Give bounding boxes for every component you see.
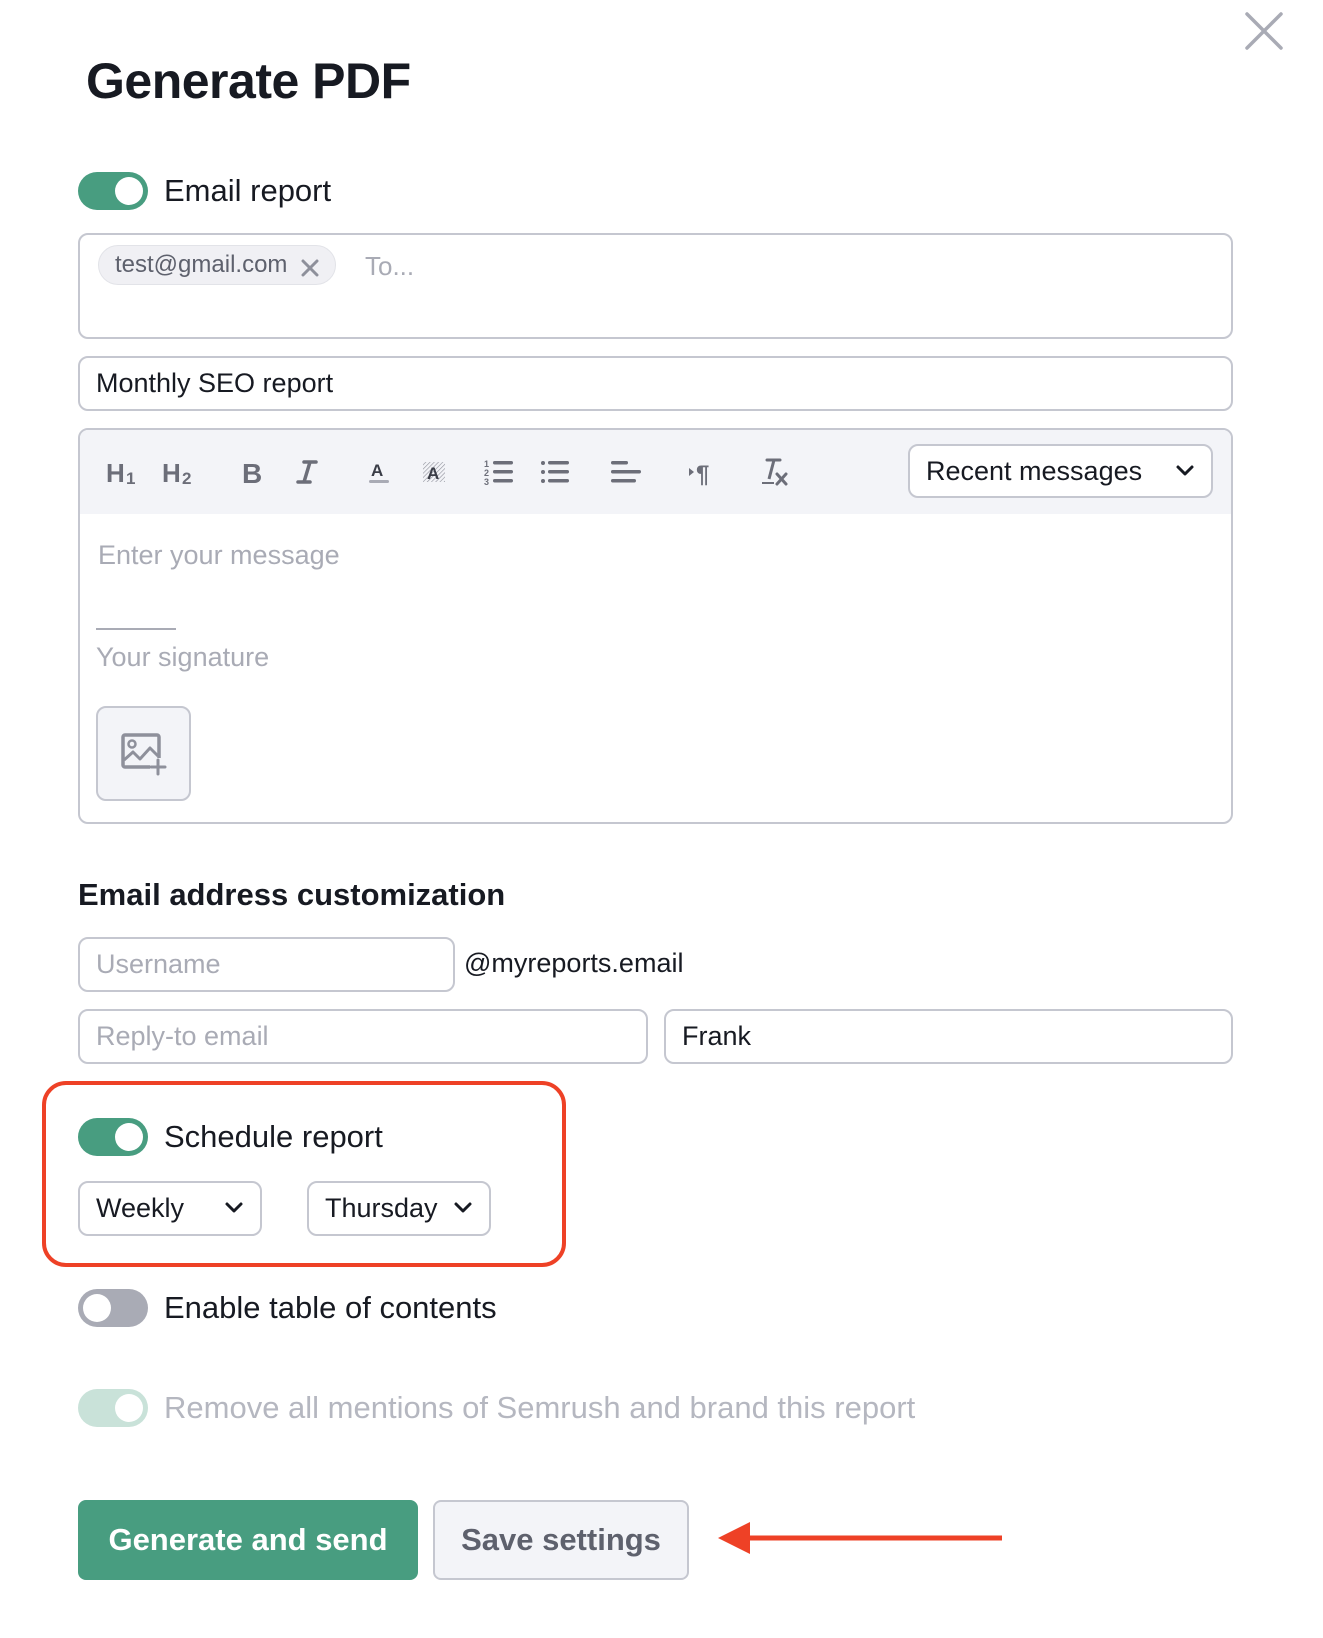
signature-divider (96, 628, 176, 630)
clear-format-button[interactable] (760, 454, 790, 490)
text-direction-button[interactable]: ¶ (688, 454, 718, 490)
heading-2-icon: H2 (162, 458, 191, 486)
reply-to-input[interactable]: Reply-to email (78, 1009, 648, 1064)
table-of-contents-label: Enable table of contents (164, 1290, 497, 1325)
username-input[interactable]: Username (78, 937, 455, 992)
annotation-arrow-icon (718, 1522, 1002, 1554)
toggle-knob (115, 177, 143, 205)
toggle-knob (115, 1394, 143, 1422)
svg-text:A: A (427, 464, 439, 483)
bullet-list-icon (541, 461, 569, 483)
save-settings-button[interactable]: Save settings (433, 1500, 689, 1580)
add-image-icon (120, 732, 166, 775)
close-icon (301, 259, 319, 277)
align-button[interactable] (610, 454, 642, 490)
heading-1-button[interactable]: H1 (106, 454, 140, 490)
email-domain-suffix: @myreports.email (464, 948, 684, 978)
svg-text:¶: ¶ (696, 461, 709, 486)
heading-1-icon: H1 (106, 458, 135, 486)
toc-row: Enable table of contents (78, 1289, 497, 1327)
message-editor: H1 H2 B A A 123 ¶ Recent messages Enter … (78, 428, 1233, 824)
recent-messages-dropdown[interactable]: Recent messages (908, 444, 1213, 498)
recipient-email: test@gmail.com (115, 251, 288, 278)
highlight-color-button[interactable]: A (420, 454, 448, 490)
text-color-icon: A (369, 461, 389, 483)
svg-text:3: 3 (484, 477, 489, 486)
bullet-list-button[interactable] (540, 454, 570, 490)
ordered-list-button[interactable]: 123 (484, 454, 514, 490)
clear-format-icon (762, 458, 788, 486)
italic-button[interactable] (294, 454, 320, 490)
schedule-report-label: Schedule report (164, 1119, 383, 1154)
close-button[interactable] (1243, 10, 1285, 52)
recipient-chip: test@gmail.com (98, 245, 337, 285)
ordered-list-icon: 123 (484, 459, 513, 486)
remove-branding-label: Remove all mentions of Semrush and brand… (164, 1390, 916, 1425)
frequency-select[interactable]: Weekly (78, 1181, 262, 1236)
pilcrow-icon: ¶ (689, 461, 709, 486)
email-report-row: Email report (78, 172, 331, 210)
to-input-placeholder[interactable]: To... (365, 251, 414, 282)
chevron-down-icon (1176, 465, 1194, 476)
italic-icon (296, 460, 318, 484)
svg-text:H: H (106, 458, 125, 486)
svg-text:H: H (162, 458, 181, 486)
table-of-contents-toggle[interactable] (78, 1289, 148, 1327)
chevron-down-icon (225, 1202, 243, 1213)
signature-input[interactable]: Your signature (96, 642, 269, 673)
bold-button[interactable]: B (240, 454, 266, 490)
customization-title: Email address customization (78, 877, 506, 912)
svg-text:1: 1 (126, 469, 135, 486)
text-color-button[interactable]: A (366, 454, 392, 490)
schedule-row: Schedule report (78, 1118, 383, 1156)
from-name-input[interactable]: Frank (664, 1009, 1233, 1064)
toggle-knob (83, 1294, 111, 1322)
day-select[interactable]: Thursday (307, 1181, 491, 1236)
generate-and-send-button[interactable]: Generate and send (78, 1500, 418, 1580)
schedule-report-toggle[interactable] (78, 1118, 148, 1156)
annotation-highlight-box (42, 1081, 566, 1267)
subject-input[interactable]: Monthly SEO report (78, 356, 1233, 411)
frequency-value: Weekly (96, 1193, 185, 1223)
recipients-field[interactable]: test@gmail.com To... (78, 233, 1233, 339)
message-input[interactable]: Enter your message (98, 540, 340, 571)
dialog-title: Generate PDF (86, 53, 411, 109)
remove-recipient-button[interactable] (301, 256, 319, 277)
day-value: Thursday (325, 1193, 438, 1223)
svg-text:B: B (242, 458, 262, 486)
highlight-icon: A (423, 462, 445, 483)
remove-branding-toggle (78, 1389, 148, 1427)
email-report-toggle[interactable] (78, 172, 148, 210)
branding-row: Remove all mentions of Semrush and brand… (78, 1389, 915, 1427)
close-icon (1245, 12, 1283, 50)
heading-2-button[interactable]: H2 (162, 454, 196, 490)
editor-toolbar: H1 H2 B A A 123 ¶ Recent messages (80, 430, 1231, 514)
chevron-down-icon (454, 1202, 472, 1213)
add-image-button[interactable] (96, 706, 191, 801)
svg-text:2: 2 (182, 469, 191, 486)
email-report-label: Email report (164, 173, 332, 208)
toggle-knob (115, 1123, 143, 1151)
bold-icon: B (242, 458, 262, 486)
recent-messages-label: Recent messages (926, 455, 1143, 486)
align-icon (611, 461, 641, 483)
svg-text:A: A (371, 461, 383, 480)
